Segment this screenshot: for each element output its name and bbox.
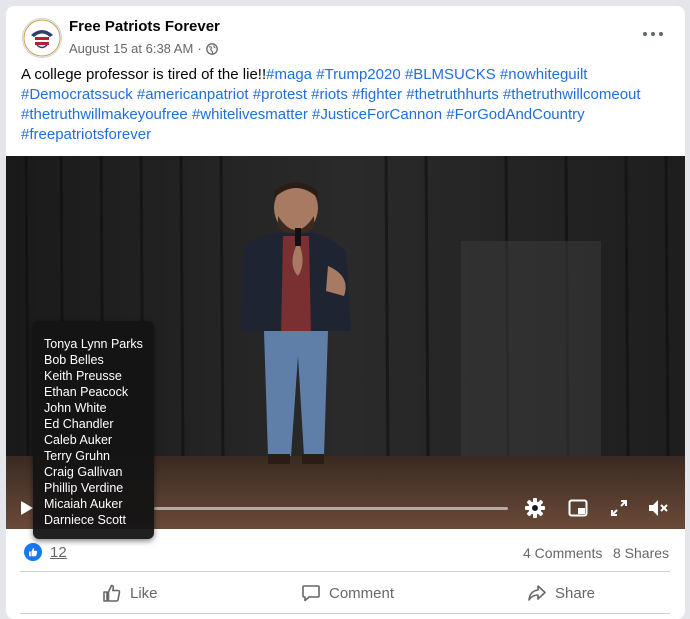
hashtag-link[interactable]: #JusticeForCannon	[312, 106, 442, 123]
settings-icon[interactable]	[524, 497, 546, 524]
like-button[interactable]: Like	[102, 576, 158, 610]
hashtag-link[interactable]: #Trump2020	[316, 66, 401, 83]
post-card: Free Patriots Forever August 15 at 6:38 …	[6, 6, 685, 619]
reactor-name: Caleb Auker	[44, 433, 113, 447]
hashtag-link[interactable]: #nowhiteguilt	[500, 66, 588, 83]
comment-button[interactable]: Comment	[301, 576, 394, 610]
like-label: Like	[130, 584, 158, 602]
hashtag-link[interactable]: #Democratssuck	[21, 86, 133, 103]
hashtag-link[interactable]: #americanpatriot	[137, 86, 249, 103]
share-icon	[527, 583, 547, 603]
post-body-text: A college professor is tired of the lie!…	[21, 66, 267, 83]
thumbs-up-icon	[102, 583, 122, 603]
hashtag-link[interactable]: #riots	[311, 86, 348, 103]
post-text: A college professor is tired of the lie!…	[21, 65, 671, 145]
reactor-name: Craig Gallivan	[44, 465, 123, 479]
comment-icon	[301, 583, 321, 603]
hashtag-link[interactable]: #whitelivesmatter	[192, 106, 308, 123]
reactor-name: Phillip Verdine	[44, 481, 124, 495]
globe-icon	[205, 42, 218, 55]
divider	[20, 571, 670, 572]
shares-count[interactable]: 8 Shares	[613, 545, 669, 561]
reactor-name: Ed Chandler	[44, 417, 114, 431]
mute-icon[interactable]	[648, 498, 670, 523]
reactor-name: Tonya Lynn Parks	[44, 337, 143, 351]
page-name-link[interactable]: Free Patriots Forever	[69, 18, 220, 35]
post-timestamp[interactable]: August 15 at 6:38 AM	[69, 41, 193, 56]
hashtag-link[interactable]: #thetruthwillcomeout	[503, 86, 641, 103]
hashtag-link[interactable]: #thetruthwillmakeyoufree	[21, 106, 188, 123]
video-progress-bar[interactable]	[154, 507, 508, 510]
reactions-tooltip: Tonya Lynn Parks Bob Belles Keith Preuss…	[33, 321, 154, 539]
hashtag-link[interactable]: #protest	[253, 86, 307, 103]
play-icon[interactable]	[20, 500, 34, 521]
like-reaction-icon[interactable]	[24, 543, 42, 561]
pip-icon[interactable]	[568, 499, 588, 522]
share-label: Share	[555, 584, 596, 602]
hashtag-link[interactable]: #maga	[266, 66, 312, 83]
hashtag-link[interactable]: #freepatriotsforever	[21, 126, 151, 143]
fullscreen-icon[interactable]	[611, 500, 627, 521]
hashtag-link[interactable]: #thetruthhurts	[406, 86, 499, 103]
reactor-name: Darniece Scott	[44, 513, 126, 527]
hashtag-link[interactable]: #ForGodAndCountry	[446, 106, 584, 123]
meta-separator: ·	[197, 41, 202, 56]
reactor-name: Ethan Peacock	[44, 385, 129, 399]
hashtag-link[interactable]: #BLMSUCKS	[405, 66, 496, 83]
share-button[interactable]: Share	[527, 576, 595, 610]
reactor-name: John White	[44, 401, 107, 415]
more-options-icon[interactable]	[643, 26, 663, 42]
reactor-name: Micaiah Auker	[44, 497, 123, 511]
comment-label: Comment	[329, 584, 395, 602]
page-avatar[interactable]	[22, 18, 62, 58]
reactor-name: Keith Preusse	[44, 369, 122, 383]
post-meta: August 15 at 6:38 AM ·	[69, 41, 218, 56]
comments-count[interactable]: 4 Comments	[523, 545, 602, 561]
divider	[20, 613, 670, 614]
reaction-count[interactable]: 12	[50, 544, 67, 561]
reactor-name: Terry Gruhn	[44, 449, 110, 463]
hashtag-link[interactable]: #fighter	[352, 86, 402, 103]
reactor-name: Bob Belles	[44, 353, 104, 367]
